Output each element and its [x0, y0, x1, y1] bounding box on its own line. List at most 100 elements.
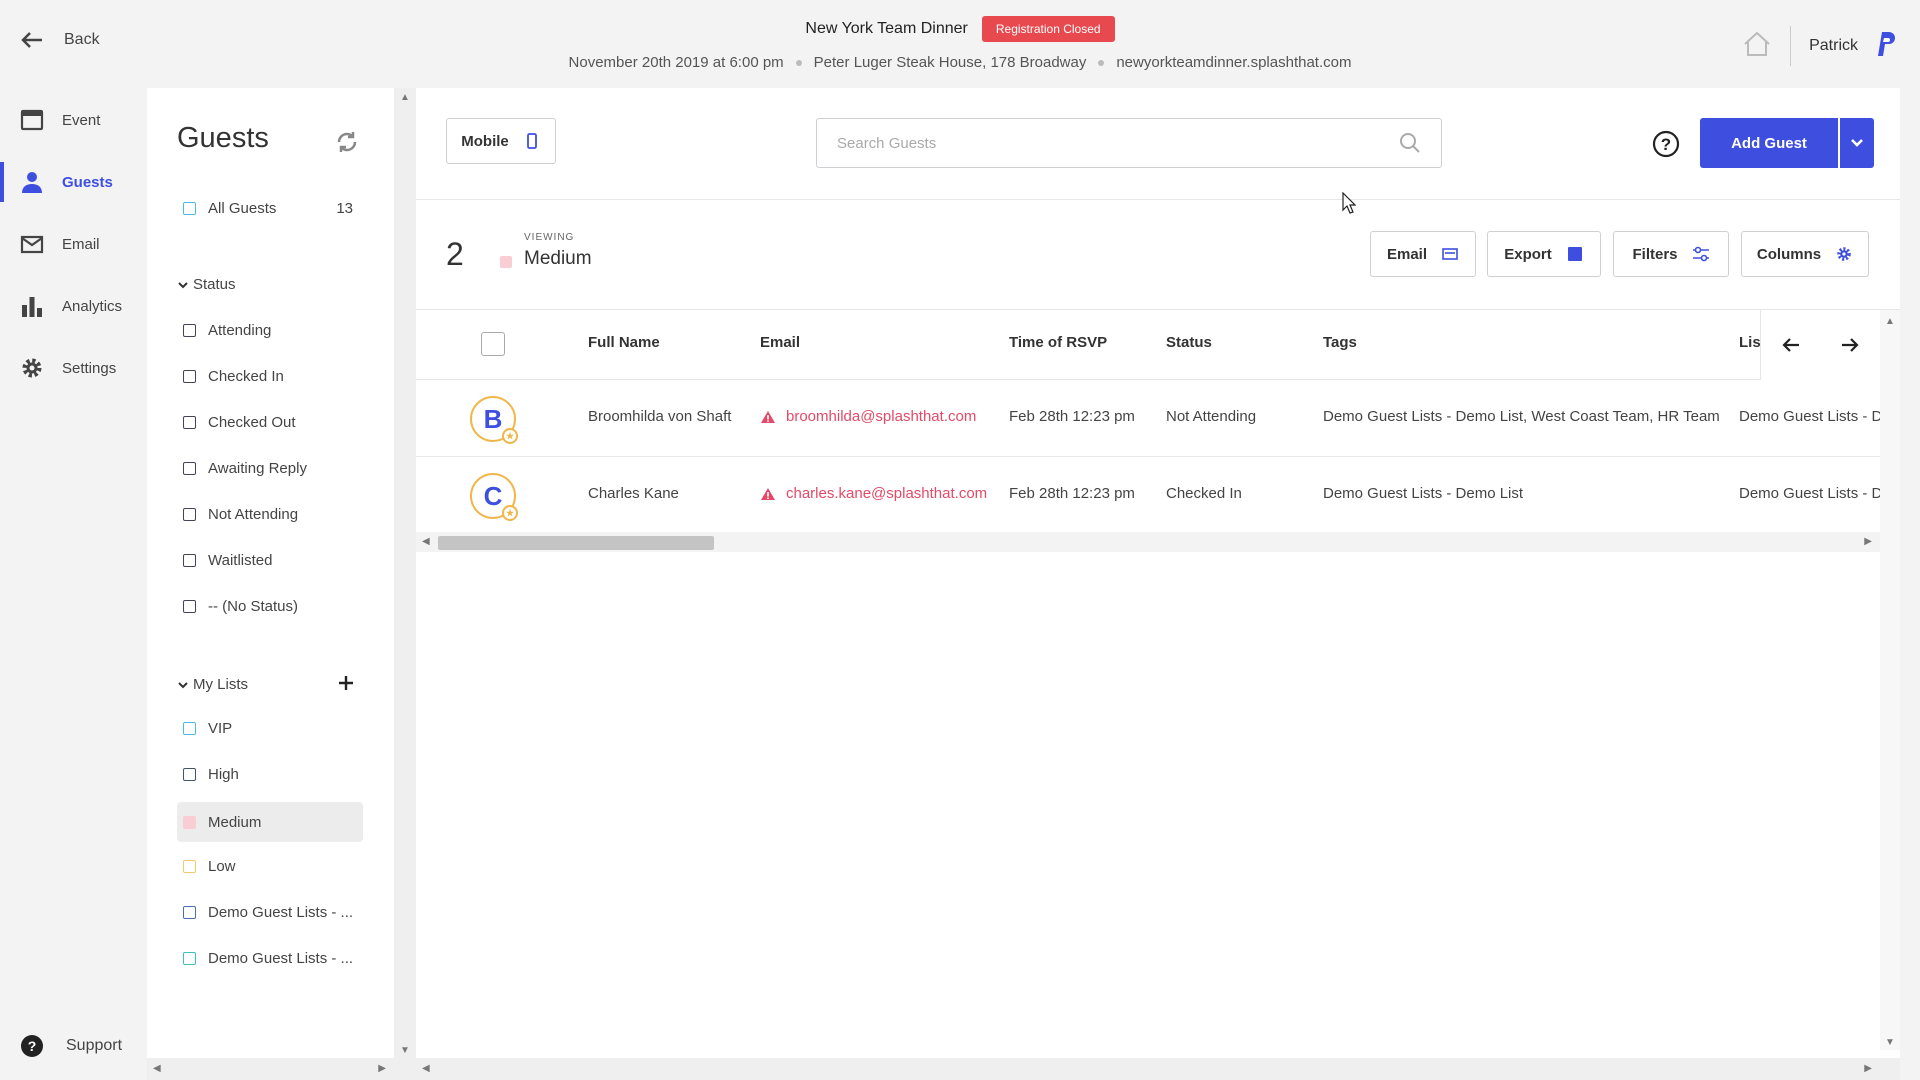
search-input[interactable]: [837, 134, 1399, 152]
toolbar: Mobile ? Add Guest: [416, 88, 1900, 200]
nav-item-event[interactable]: Event: [0, 94, 147, 146]
envelope-icon: [1442, 248, 1458, 260]
guest-tags: Demo Guest Lists - Demo List: [1323, 485, 1524, 502]
user-area: Patrick: [1742, 26, 1898, 66]
checkbox[interactable]: [183, 323, 196, 337]
main-vertical-scrollbar[interactable]: ▲ ▼: [1880, 310, 1900, 1050]
checkbox[interactable]: [183, 815, 196, 829]
add-guest-dropdown[interactable]: [1840, 118, 1874, 168]
email-text[interactable]: charles.kane@splashthat.com: [786, 485, 987, 502]
column-header-full-name[interactable]: Full Name: [588, 334, 660, 351]
event-url[interactable]: newyorkteamdinner.splashthat.com: [1116, 54, 1351, 71]
guest-name[interactable]: Charles Kane: [588, 485, 679, 502]
list-item-demo-2[interactable]: Demo Guest Lists - ...: [177, 938, 363, 978]
help-circle-icon: ?: [21, 1035, 43, 1057]
scroll-down-icon[interactable]: ▼: [1885, 1037, 1895, 1048]
refresh-icon[interactable]: [335, 130, 359, 154]
email-text[interactable]: broomhilda@splashthat.com: [786, 408, 976, 425]
status-section-toggle[interactable]: Status: [177, 276, 236, 293]
plus-icon[interactable]: [337, 674, 355, 692]
guests-filter-panel: Guests All Guests 13 Status Attending Ch…: [147, 88, 394, 1080]
filter-status-waitlisted[interactable]: Waitlisted: [177, 540, 363, 580]
list-item-medium[interactable]: Medium: [177, 802, 363, 842]
warning-icon: [761, 410, 775, 423]
nav-item-analytics[interactable]: Analytics: [0, 280, 147, 332]
filter-label: Low: [208, 857, 236, 875]
checkbox[interactable]: [183, 201, 196, 215]
search-icon[interactable]: [1399, 132, 1421, 154]
checkbox[interactable]: [183, 369, 196, 383]
arrow-left-icon[interactable]: [1781, 335, 1801, 355]
column-header-email[interactable]: Email: [760, 334, 800, 351]
help-icon[interactable]: ?: [1652, 130, 1680, 158]
gear-icon: [1837, 247, 1851, 261]
nav-item-settings[interactable]: Settings: [0, 342, 147, 394]
scrollbar-thumb[interactable]: [438, 536, 714, 550]
filter-status-awaiting-reply[interactable]: Awaiting Reply: [177, 448, 363, 488]
filter-all-guests[interactable]: All Guests 13: [177, 188, 363, 228]
table-row[interactable]: C ★ Charles Kane charles.kane@splashthat…: [416, 457, 1880, 534]
list-item-high[interactable]: High: [177, 754, 363, 794]
search-box[interactable]: [816, 118, 1442, 168]
main-horizontal-scrollbar[interactable]: ◀ ▶: [416, 1058, 1900, 1080]
event-venue: Peter Luger Steak House, 178 Broadway: [813, 54, 1087, 71]
guest-email[interactable]: broomhilda@splashthat.com: [760, 408, 976, 425]
checkbox[interactable]: [183, 721, 196, 735]
support-link[interactable]: ? Support: [20, 1034, 122, 1058]
list-item-demo-1[interactable]: Demo Guest Lists - ...: [177, 892, 363, 932]
guest-name[interactable]: Broomhilda von Shaft: [588, 408, 731, 425]
support-label: Support: [66, 1037, 123, 1054]
checkbox[interactable]: [183, 767, 196, 781]
add-guest-button[interactable]: Add Guest: [1700, 118, 1838, 168]
avatar[interactable]: B ★: [470, 396, 518, 444]
mobile-button[interactable]: Mobile: [446, 118, 556, 164]
table-horizontal-scrollbar[interactable]: ◀ ▶: [416, 532, 1880, 552]
scroll-right-icon[interactable]: ▶: [1864, 1063, 1872, 1074]
checkbox[interactable]: [183, 599, 196, 613]
checkbox[interactable]: [183, 905, 196, 919]
scroll-down-icon[interactable]: ▼: [400, 1045, 410, 1056]
table-row[interactable]: B ★ Broomhilda von Shaft broomhilda@spla…: [416, 380, 1880, 457]
nav-item-email[interactable]: Email: [0, 218, 147, 270]
checkbox[interactable]: [183, 553, 196, 567]
scroll-right-icon[interactable]: ▶: [1864, 536, 1872, 547]
select-all-checkbox[interactable]: [481, 332, 505, 356]
checkbox[interactable]: [183, 415, 196, 429]
checkbox[interactable]: [183, 951, 196, 965]
scroll-up-icon[interactable]: ▲: [400, 92, 410, 103]
panel-horizontal-scrollbar[interactable]: ◀ ▶: [147, 1058, 394, 1080]
scroll-left-icon[interactable]: ◀: [422, 536, 430, 547]
checkbox[interactable]: [183, 507, 196, 521]
list-item-low[interactable]: Low: [177, 846, 363, 886]
main-content: Mobile ? Add Guest 2 VIEWING Medium Emai…: [416, 88, 1900, 1058]
panel-scrollbar[interactable]: ▲ ▼: [394, 88, 416, 1080]
column-header-time-of-rsvp[interactable]: Time of RSVP: [1009, 334, 1107, 351]
filter-label: Attending: [208, 321, 272, 339]
filter-status-not-attending[interactable]: Not Attending: [177, 494, 363, 534]
filters-button[interactable]: Filters: [1613, 231, 1729, 277]
scroll-right-icon[interactable]: ▶: [378, 1063, 386, 1074]
checkbox[interactable]: [183, 859, 196, 873]
scroll-up-icon[interactable]: ▲: [1885, 316, 1895, 327]
scroll-left-icon[interactable]: ◀: [422, 1063, 430, 1074]
checkbox[interactable]: [183, 461, 196, 475]
export-button[interactable]: Export: [1487, 231, 1601, 277]
column-header-tags[interactable]: Tags: [1323, 334, 1357, 351]
home-icon[interactable]: [1742, 30, 1772, 63]
email-button[interactable]: Email: [1370, 231, 1476, 277]
arrow-right-icon[interactable]: [1840, 335, 1860, 355]
scroll-left-icon[interactable]: ◀: [153, 1063, 161, 1074]
filter-status-checked-in[interactable]: Checked In: [177, 356, 363, 396]
column-header-status[interactable]: Status: [1166, 334, 1212, 351]
avatar[interactable]: C ★: [470, 473, 518, 521]
my-lists-section-toggle[interactable]: My Lists: [177, 676, 248, 693]
list-item-vip[interactable]: VIP: [177, 708, 363, 748]
filter-status-checked-out[interactable]: Checked Out: [177, 402, 363, 442]
nav-item-guests[interactable]: Guests: [0, 156, 147, 208]
guest-email[interactable]: charles.kane@splashthat.com: [760, 485, 987, 502]
columns-button[interactable]: Columns: [1741, 231, 1869, 277]
mouse-cursor-icon: [1342, 192, 1356, 214]
filter-status-no-status[interactable]: -- (No Status): [177, 586, 363, 626]
user-name[interactable]: Patrick: [1809, 37, 1858, 55]
filter-status-attending[interactable]: Attending: [177, 310, 363, 350]
